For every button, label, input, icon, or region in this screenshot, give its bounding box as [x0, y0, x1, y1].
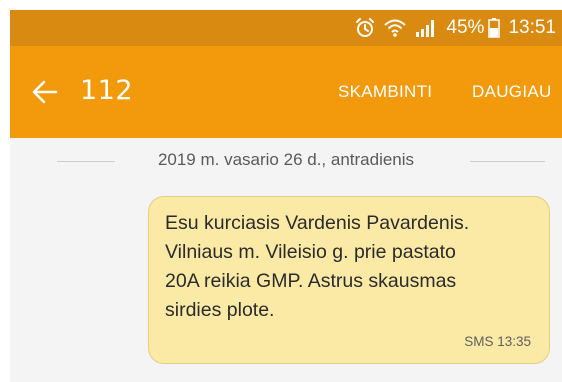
app-bar: 112 SKAMBINTI DAUGIAU	[10, 46, 562, 138]
status-bar: 45% 13:51	[10, 10, 562, 46]
back-button[interactable]	[30, 77, 60, 107]
divider	[470, 161, 545, 162]
battery-icon	[488, 18, 501, 38]
message-text: Esu kurciasis Vardenis Pavardenis. Vilni…	[165, 212, 470, 321]
battery-percent: 45%	[446, 17, 485, 38]
date-separator: 2019 m. vasario 26 d., antradienis	[10, 146, 562, 176]
message-bubble[interactable]: Esu kurciasis Vardenis Pavardenis. Vilni…	[148, 196, 550, 364]
arrow-left-icon	[32, 80, 58, 104]
alarm-icon	[355, 18, 375, 38]
message-timestamp: SMS 13:35	[464, 334, 531, 349]
call-button[interactable]: SKAMBINTI	[338, 82, 432, 102]
more-button[interactable]: DAUGIAU	[472, 82, 552, 102]
status-time: 13:51	[508, 17, 556, 38]
date-label: 2019 m. vasario 26 d., antradienis	[157, 150, 415, 169]
phone-screen: 45% 13:51 112 SKAMBINTI DAUGIAU 2019 m. …	[10, 10, 562, 382]
signal-icon	[415, 18, 437, 38]
contact-title: 112	[80, 75, 134, 106]
wifi-icon	[384, 18, 407, 38]
